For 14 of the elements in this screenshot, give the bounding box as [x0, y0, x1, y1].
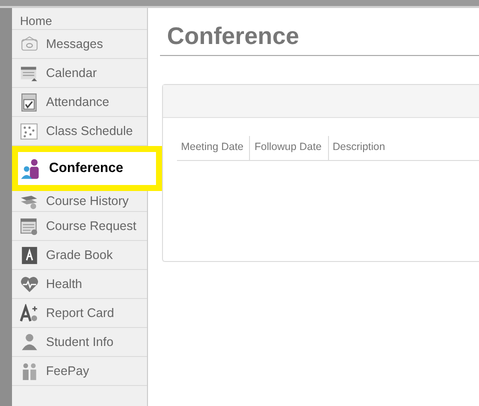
envelope-icon	[20, 34, 39, 54]
column-header[interactable]: Meeting Date	[177, 136, 250, 160]
checkbox-icon	[20, 92, 39, 112]
column-header[interactable]: Description	[328, 136, 392, 160]
people-icon	[20, 362, 39, 380]
gradebook-icon	[20, 246, 39, 264]
sidebar-item[interactable]: Conference	[12, 146, 162, 191]
page-title: Conference	[167, 22, 300, 52]
heart-icon	[20, 274, 39, 294]
person-icon	[20, 332, 39, 352]
column-header[interactable]: Followup Date	[249, 136, 328, 160]
calendar-icon	[20, 216, 39, 236]
grid-icon	[20, 122, 39, 140]
grade-icon	[20, 304, 39, 322]
